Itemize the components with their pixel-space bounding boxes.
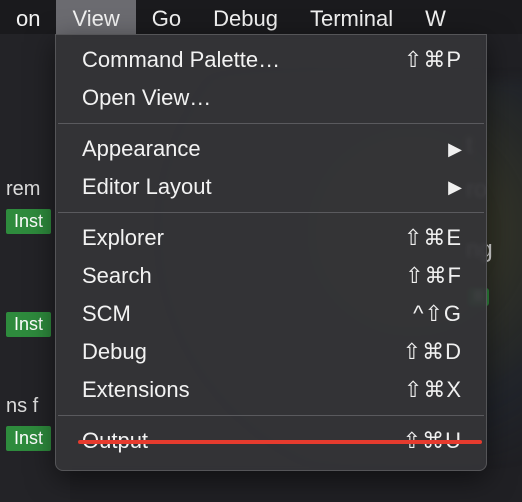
menu-label: Open View… [82,85,462,111]
menubar-item-view[interactable]: View [56,0,135,34]
install-badge[interactable]: Inst [6,312,51,337]
menu-scm[interactable]: SCM ^⇧G [56,295,486,333]
menubar-item-go[interactable]: Go [136,0,197,34]
menu-label: Extensions [82,377,404,403]
menu-command-palette[interactable]: Command Palette… ⇧⌘P [56,41,486,79]
menu-label: Command Palette… [82,47,404,73]
menu-label: SCM [82,301,413,327]
menu-shortcut: ⇧⌘X [404,377,462,403]
menu-explorer[interactable]: Explorer ⇧⌘E [56,219,486,257]
menu-label: Editor Layout [82,174,448,200]
menu-label: Debug [82,339,403,365]
menubar-item-debug[interactable]: Debug [197,0,294,34]
install-badge[interactable]: Inst [6,426,51,451]
menu-shortcut: ^⇧G [413,301,462,327]
menu-separator [58,123,484,124]
menu-shortcut: ⇧⌘F [405,263,462,289]
menu-separator [58,212,484,213]
annotation-underline [78,440,482,444]
menubar: on View Go Debug Terminal W [0,0,522,34]
menubar-item-terminal[interactable]: Terminal [294,0,409,34]
menu-label: Appearance [82,136,448,162]
menu-extensions[interactable]: Extensions ⇧⌘X [56,371,486,409]
menu-label: Search [82,263,405,289]
menu-shortcut: ⇧⌘P [404,47,462,73]
chevron-right-icon: ▶ [448,177,462,198]
install-badge[interactable]: Inst [6,209,51,234]
menu-debug[interactable]: Debug ⇧⌘D [56,333,486,371]
menu-search[interactable]: Search ⇧⌘F [56,257,486,295]
menubar-item-fragment[interactable]: on [0,0,56,34]
menubar-item-fragment[interactable]: W [409,0,462,34]
menu-editor-layout[interactable]: Editor Layout ▶ [56,168,486,206]
menu-appearance[interactable]: Appearance ▶ [56,130,486,168]
menu-separator [58,415,484,416]
menu-label: Explorer [82,225,404,251]
menu-open-view[interactable]: Open View… [56,79,486,117]
menu-shortcut: ⇧⌘E [404,225,462,251]
view-menu-dropdown: Command Palette… ⇧⌘P Open View… Appearan… [55,34,487,471]
menu-shortcut: ⇧⌘D [403,339,462,365]
chevron-right-icon: ▶ [448,139,462,160]
